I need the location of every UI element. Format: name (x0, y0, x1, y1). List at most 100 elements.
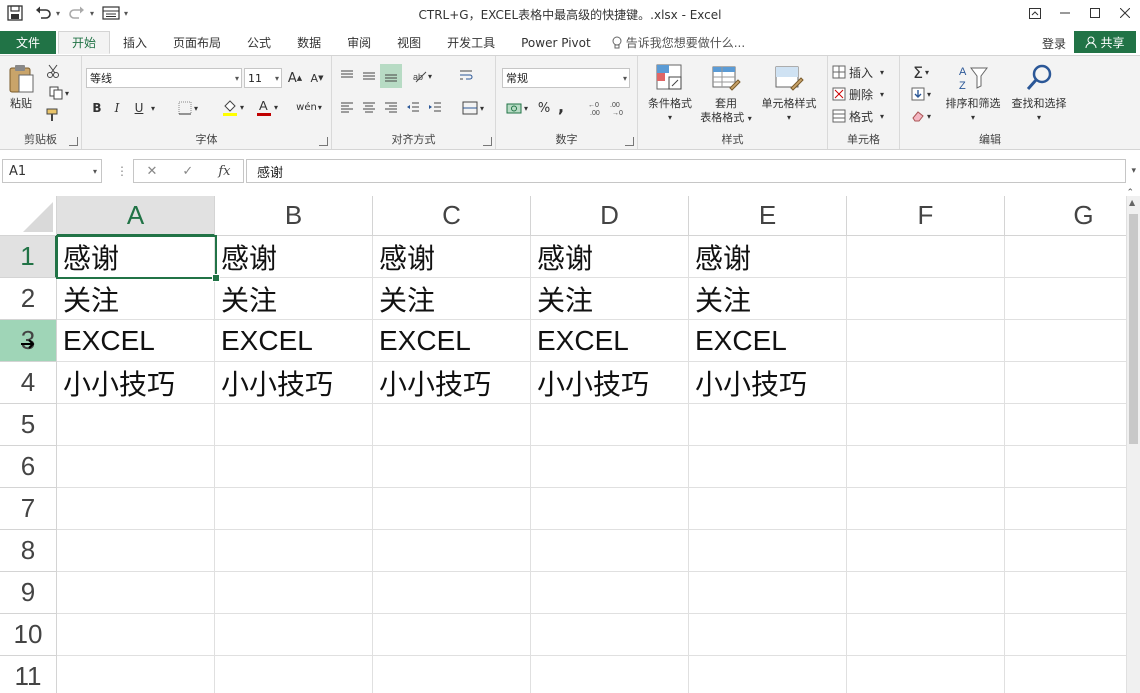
align-left-icon[interactable] (338, 98, 356, 118)
cell-b9[interactable] (215, 572, 373, 614)
underline-dropdown-icon[interactable]: ▾ (148, 98, 158, 118)
tab-page-layout[interactable]: 页面布局 (160, 31, 234, 54)
fill-icon[interactable]: ▾ (906, 84, 936, 104)
cell-f6[interactable] (847, 446, 1005, 488)
cell-g7[interactable] (1005, 488, 1126, 530)
cell-c8[interactable] (373, 530, 531, 572)
cell-g11[interactable] (1005, 656, 1126, 693)
font-launcher-icon[interactable] (319, 137, 328, 146)
vertical-scrollbar[interactable]: ▲ (1126, 196, 1140, 693)
borders-icon[interactable]: ▾ (174, 98, 202, 118)
cell-a7[interactable] (57, 488, 215, 530)
cell-e4[interactable]: 小小技巧 (689, 362, 847, 404)
cell-a8[interactable] (57, 530, 215, 572)
cell-b5[interactable] (215, 404, 373, 446)
clear-icon[interactable]: ▾ (906, 106, 936, 126)
cell-g9[interactable] (1005, 572, 1126, 614)
expand-formula-bar-icon[interactable]: ▾ (1131, 166, 1136, 176)
tab-formulas[interactable]: 公式 (234, 31, 284, 54)
cell-c9[interactable] (373, 572, 531, 614)
cell-e10[interactable] (689, 614, 847, 656)
wrap-text-icon[interactable] (456, 66, 476, 86)
cell-e7[interactable] (689, 488, 847, 530)
phonetic-icon[interactable]: wén ▾ (294, 96, 324, 118)
name-box[interactable]: A1 ▾ (2, 159, 102, 183)
cell-f4[interactable] (847, 362, 1005, 404)
cell-c1[interactable]: 感谢 (373, 236, 531, 278)
cell-a3[interactable]: EXCEL (57, 320, 215, 362)
grow-font-icon[interactable]: A ▲ (286, 68, 304, 88)
paste-button[interactable]: 粘贴 (4, 62, 38, 111)
number-format-combo[interactable]: 常规 ▾ (502, 68, 630, 88)
autosum-icon[interactable]: Σ ▾ (906, 62, 936, 82)
comma-style-button[interactable]: , (554, 96, 568, 116)
row-header-4[interactable]: 4 (0, 362, 57, 404)
insert-function-icon[interactable]: fx (218, 164, 230, 179)
cell-e5[interactable] (689, 404, 847, 446)
column-header-b[interactable]: B (215, 196, 373, 236)
cell-f5[interactable] (847, 404, 1005, 446)
bold-button[interactable]: B (88, 98, 106, 118)
cell-b10[interactable] (215, 614, 373, 656)
row-header-9[interactable]: 9 (0, 572, 57, 614)
italic-button[interactable]: I (108, 98, 126, 118)
cell-a6[interactable] (57, 446, 215, 488)
cell-e3[interactable]: EXCEL (689, 320, 847, 362)
cell-g8[interactable] (1005, 530, 1126, 572)
formula-input[interactable]: 感谢 (246, 159, 1126, 183)
align-right-icon[interactable] (382, 98, 400, 118)
login-link[interactable]: 登录 (1042, 35, 1066, 52)
cell-a4[interactable]: 小小技巧 (57, 362, 215, 404)
font-name-combo[interactable]: 等线 ▾ (86, 68, 242, 88)
cell-a10[interactable] (57, 614, 215, 656)
accounting-format-icon[interactable]: ▾ (502, 98, 532, 118)
tab-view[interactable]: 视图 (384, 31, 434, 54)
scroll-up-icon[interactable]: ▲ (1129, 198, 1135, 207)
align-middle-icon[interactable] (360, 66, 378, 86)
cell-g10[interactable] (1005, 614, 1126, 656)
cell-f10[interactable] (847, 614, 1005, 656)
select-all-corner[interactable] (0, 196, 57, 236)
row-header-6[interactable]: 6 (0, 446, 57, 488)
cell-d7[interactable] (531, 488, 689, 530)
cell-d10[interactable] (531, 614, 689, 656)
fill-handle[interactable] (212, 274, 220, 282)
cell-b1[interactable]: 感谢 (215, 236, 373, 278)
format-painter-icon[interactable] (44, 106, 62, 124)
format-as-table-button[interactable]: 套用 表格格式 ▾ (696, 62, 756, 126)
insert-cells-button[interactable]: 插入 ▾ (832, 62, 896, 82)
share-button[interactable]: 共享 (1074, 31, 1136, 53)
close-icon[interactable] (1110, 0, 1140, 26)
cell-c6[interactable] (373, 446, 531, 488)
percent-style-button[interactable]: % (536, 98, 552, 118)
tab-insert[interactable]: 插入 (110, 31, 160, 54)
find-select-button[interactable]: 查找和选择 ▾ (1006, 62, 1072, 125)
fill-color-icon[interactable]: ▾ (218, 96, 248, 118)
decrease-decimal-icon[interactable]: .00 →0 (610, 98, 628, 118)
confirm-entry-icon[interactable]: ✓ (182, 164, 193, 179)
tab-power-pivot[interactable]: Power Pivot (508, 31, 604, 54)
cell-f9[interactable] (847, 572, 1005, 614)
cell-e2[interactable]: 关注 (689, 278, 847, 320)
cell-e1[interactable]: 感谢 (689, 236, 847, 278)
increase-indent-icon[interactable] (426, 98, 444, 118)
alignment-launcher-icon[interactable] (483, 137, 492, 146)
column-header-g[interactable]: G (1005, 196, 1126, 236)
cell-d4[interactable]: 小小技巧 (531, 362, 689, 404)
tab-file[interactable]: 文件 (0, 31, 56, 54)
cell-d3[interactable]: EXCEL (531, 320, 689, 362)
minimize-icon[interactable] (1050, 0, 1080, 26)
cell-e8[interactable] (689, 530, 847, 572)
format-cells-button[interactable]: 格式 ▾ (832, 106, 896, 126)
cell-g5[interactable] (1005, 404, 1126, 446)
decrease-indent-icon[interactable] (404, 98, 422, 118)
cut-icon[interactable] (44, 62, 62, 80)
orientation-icon[interactable]: ab ▾ (408, 66, 436, 86)
cancel-entry-icon[interactable]: ✕ (147, 164, 158, 179)
cell-d11[interactable] (531, 656, 689, 693)
font-size-combo[interactable]: 11 ▾ (244, 68, 282, 88)
cell-c3[interactable]: EXCEL (373, 320, 531, 362)
column-header-f[interactable]: F (847, 196, 1005, 236)
row-header-5[interactable]: 5 (0, 404, 57, 446)
cell-a2[interactable]: 关注 (57, 278, 215, 320)
